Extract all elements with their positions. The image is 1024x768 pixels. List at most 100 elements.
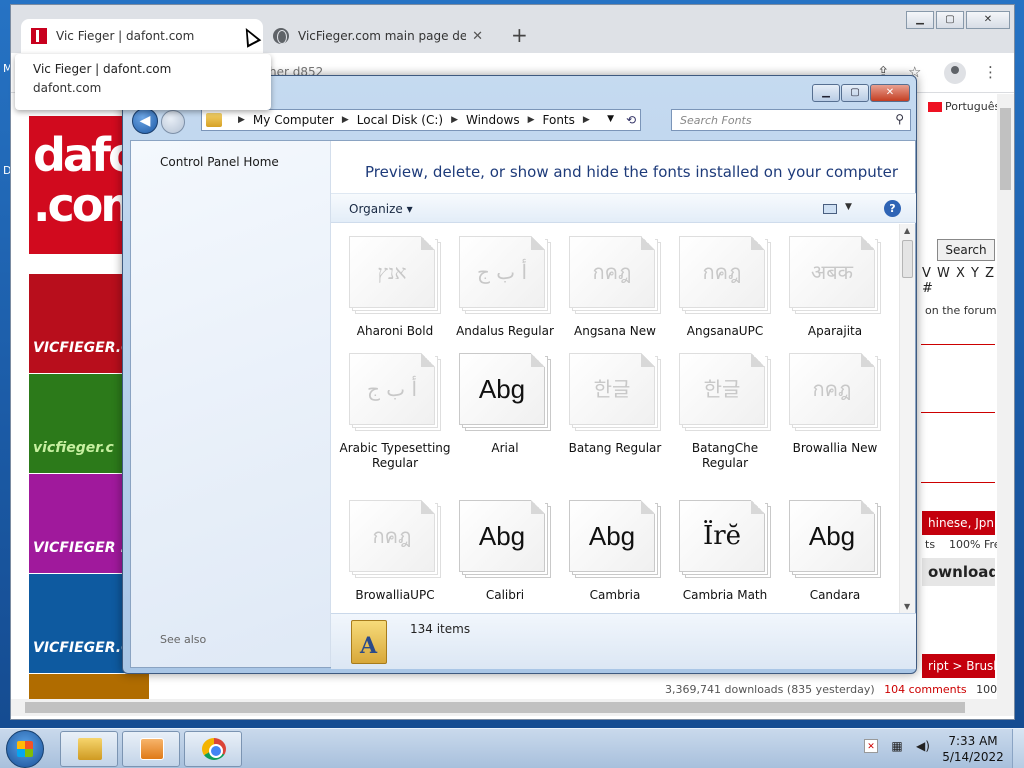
tab-vicfieger-main[interactable]: VicFieger.com main page de GO ✕ — [263, 19, 493, 53]
forward-button[interactable] — [161, 110, 185, 134]
font-file-icon: Ïrĕ — [679, 500, 771, 578]
tab-vic-fieger-dafont[interactable]: Vic Fieger | dafont.com — [21, 19, 263, 53]
start-button[interactable] — [6, 730, 44, 768]
download-button[interactable]: ownload — [922, 558, 995, 586]
taskbar-chrome[interactable] — [184, 731, 242, 767]
new-tab-button[interactable]: + — [511, 23, 528, 47]
breadcrumb-my-computer[interactable]: My Computer — [253, 113, 334, 127]
category-bar[interactable]: ript > Brush — [922, 654, 995, 678]
font-tile[interactable]: Abg Calibri — [449, 488, 551, 613]
minimize-button[interactable]: ▁ — [812, 84, 840, 102]
close-button[interactable]: ✕ — [966, 11, 1010, 29]
scroll-thumb[interactable] — [25, 702, 965, 713]
font-tile[interactable]: Abg Arial — [449, 341, 551, 491]
network-icon[interactable]: ▦ — [890, 739, 904, 753]
font-tile[interactable]: Abg Cambria — [559, 488, 661, 613]
view-dropdown-icon[interactable]: ▼ — [845, 202, 852, 212]
font-file-icon: Abg — [459, 500, 551, 578]
scroll-up-icon[interactable]: ▲ — [904, 226, 910, 235]
font-preview-glyph: أ ب ج — [476, 260, 527, 284]
font-tile[interactable]: أ ب ج Arabic Typesetting Regular — [339, 341, 451, 491]
refresh-icon[interactable]: ⟲ — [626, 113, 636, 127]
font-file-icon: กคฎ — [679, 236, 771, 314]
language-link[interactable]: Português — [945, 100, 997, 113]
help-icon[interactable]: ? — [884, 200, 901, 217]
font-file-icon: 한글 — [679, 353, 771, 431]
page-horizontal-scrollbar[interactable] — [11, 699, 1014, 716]
scroll-down-icon[interactable]: ▼ — [904, 602, 910, 611]
scroll-thumb[interactable] — [902, 240, 913, 278]
font-preview-glyph: अबक — [810, 260, 854, 284]
portugal-flag-icon[interactable] — [928, 102, 942, 112]
search-placeholder: Search Fonts — [680, 114, 752, 127]
font-name: Angsana New — [574, 324, 656, 338]
font-file-icon: أ ب ج — [349, 353, 441, 431]
category-bar[interactable]: hinese, Jpn — [922, 511, 995, 535]
navigation-bar: ◀ ▶ My Computer ▶ Local Disk (C:) ▶ Wind… — [129, 106, 911, 136]
font-grid: אנץ Aharoni Bold أ ب ج Andalus Regular กคฎ An… — [331, 224, 899, 613]
menu-icon[interactable]: ⋮ — [983, 63, 998, 81]
address-bar[interactable]: ▶ My Computer ▶ Local Disk (C:) ▶ Window… — [201, 109, 641, 131]
divider — [921, 482, 995, 483]
clock[interactable]: 7:33 AM 5/14/2022 — [940, 733, 1006, 765]
breadcrumb-separator-icon[interactable]: ▶ — [583, 115, 590, 125]
close-button[interactable]: ✕ — [870, 84, 910, 102]
show-desktop-button[interactable] — [1012, 729, 1024, 768]
font-tile[interactable]: Ïrĕ Cambria Math — [669, 488, 771, 613]
volume-icon[interactable]: ◀) — [916, 739, 930, 753]
control-panel-home-link[interactable]: Control Panel Home — [160, 155, 279, 169]
breadcrumb-windows[interactable]: Windows — [466, 113, 520, 127]
font-name: BrowalliaUPC — [355, 588, 435, 602]
tooltip-url: dafont.com — [33, 81, 102, 95]
search-fonts-input[interactable]: Search Fonts ⚲ — [671, 109, 911, 131]
font-grid-scrollbar[interactable]: ▲ ▼ — [899, 224, 915, 613]
divider — [921, 344, 995, 345]
maximize-button[interactable]: ▢ — [841, 84, 869, 102]
media-player-icon — [140, 738, 164, 760]
font-name: Browallia New — [792, 441, 878, 455]
font-name: Cambria Math — [682, 588, 768, 602]
download-stats: 3,369,741 downloads (835 yesterday) 104 … — [665, 683, 997, 696]
font-thumbnail[interactable] — [29, 674, 149, 699]
font-name: Cambria — [589, 588, 641, 602]
action-center-flag-icon[interactable]: ✕ — [864, 739, 878, 753]
font-tile[interactable]: 한글 Batang Regular — [559, 341, 661, 491]
alphabet-index[interactable]: V W X Y Z # — [922, 266, 997, 296]
page-vertical-scrollbar[interactable] — [997, 94, 1014, 699]
breadcrumb-separator-icon[interactable]: ▶ — [238, 115, 245, 125]
thumbnail-text: vicfieger.c — [33, 440, 114, 456]
font-file-icon: Abg — [459, 353, 551, 431]
search-button[interactable]: Search — [937, 239, 995, 261]
font-tile[interactable]: กคฎ Browallia New — [779, 341, 881, 491]
breadcrumb-separator-icon[interactable]: ▶ — [342, 115, 349, 125]
forum-link[interactable]: on the forum — [925, 304, 997, 317]
scroll-thumb[interactable] — [1000, 108, 1011, 190]
maximize-button[interactable]: ▢ — [936, 11, 964, 29]
profile-icon[interactable] — [944, 62, 966, 84]
address-dropdown-icon[interactable]: ▼ — [607, 114, 614, 124]
organize-button[interactable]: Organize ▾ — [349, 202, 413, 216]
breadcrumb-fonts[interactable]: Fonts — [543, 113, 575, 127]
back-button[interactable]: ◀ — [132, 108, 158, 134]
taskbar-file-explorer[interactable] — [60, 731, 118, 767]
font-name: Arial — [491, 441, 519, 455]
globe-icon — [273, 28, 289, 44]
breadcrumb-separator-icon[interactable]: ▶ — [528, 115, 535, 125]
close-tab-icon[interactable]: ✕ — [472, 29, 483, 44]
folder-icon — [78, 738, 102, 760]
minimize-button[interactable]: ▁ — [906, 11, 934, 29]
search-icon[interactable]: ⚲ — [895, 112, 904, 126]
font-tile[interactable]: กคฎ BrowalliaUPC — [339, 488, 441, 613]
font-tile[interactable]: 한글 BatangChe Regular — [669, 341, 771, 491]
font-name: Candara — [809, 588, 861, 602]
clock-time: 7:33 AM — [948, 734, 998, 748]
change-view-icon[interactable] — [823, 204, 837, 214]
font-file-icon: अबक — [789, 236, 881, 314]
breadcrumb-local-disk[interactable]: Local Disk (C:) — [357, 113, 443, 127]
breadcrumb-separator-icon[interactable]: ▶ — [451, 115, 458, 125]
details-pane: 134 items — [331, 613, 916, 669]
taskbar-media-player[interactable] — [122, 731, 180, 767]
font-tile[interactable]: Abg Candara — [779, 488, 881, 613]
comments-link[interactable]: 104 comments — [884, 683, 966, 696]
font-preview-glyph: Abg — [478, 374, 526, 404]
